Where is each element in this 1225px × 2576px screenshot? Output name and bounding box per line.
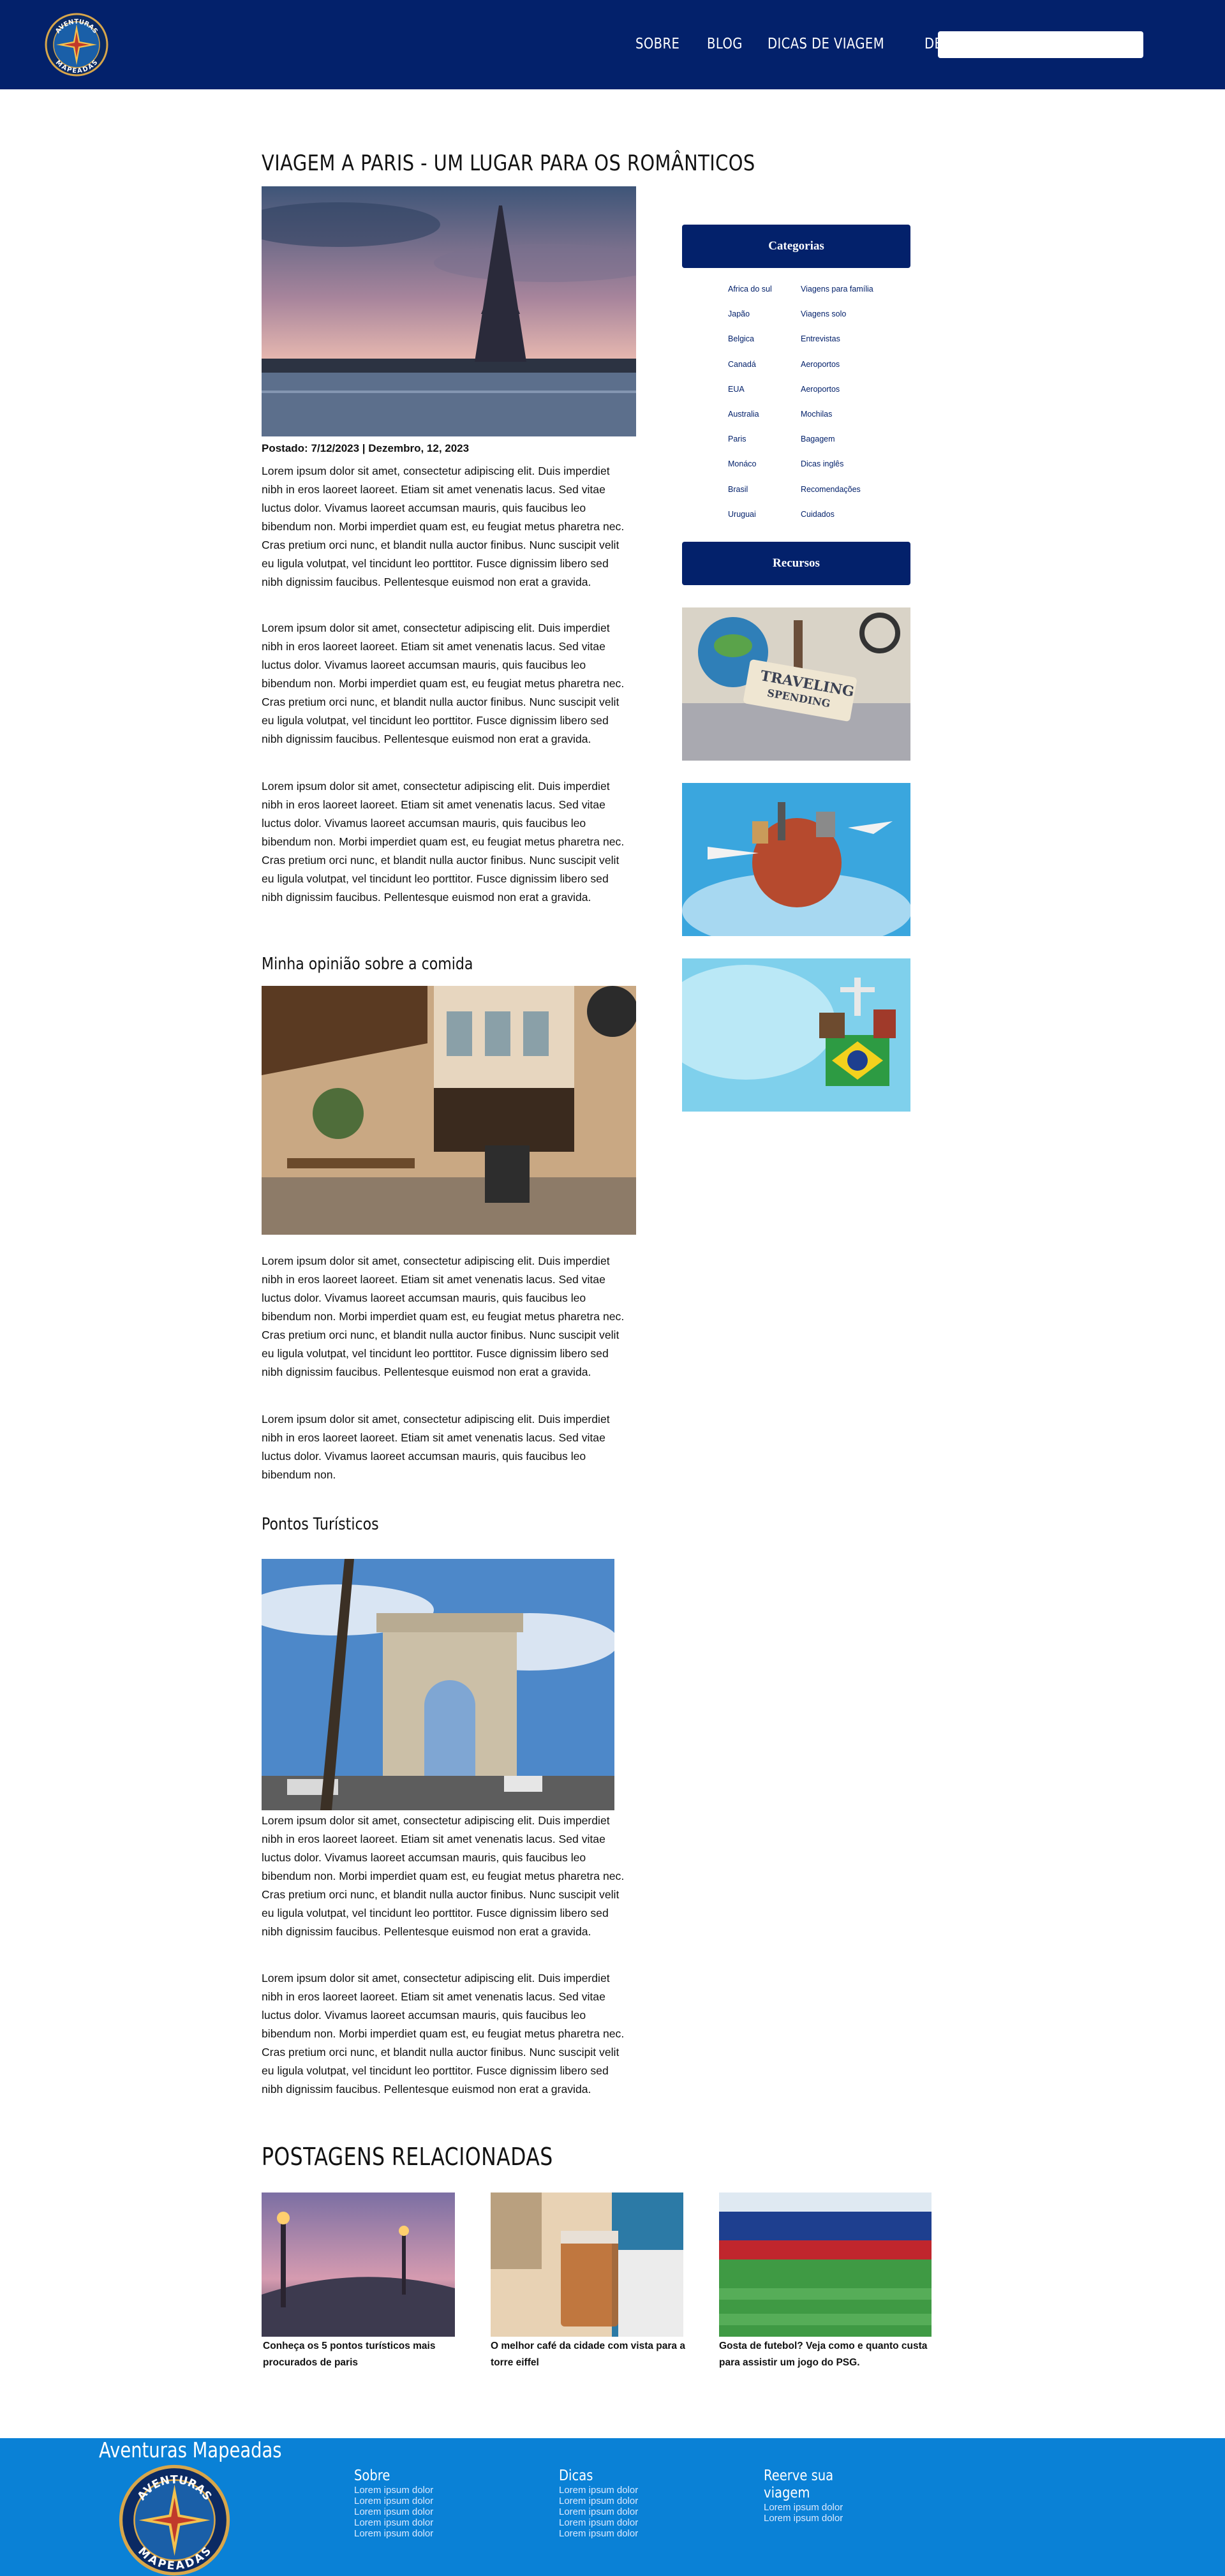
resource-image-brazil[interactable]	[682, 958, 910, 1112]
category-link[interactable]: Dicas inglês	[801, 459, 873, 484]
resource-image-traveling-spending[interactable]: TRAVELING SPENDING	[682, 607, 910, 761]
resources-header: Recursos	[682, 542, 910, 585]
site-logo[interactable]: AVENTURAS MAPEADAS	[45, 13, 108, 77]
category-link[interactable]: Belgica	[728, 334, 772, 359]
category-link[interactable]: Viagens solo	[801, 309, 873, 334]
paragraph: Lorem ipsum dolor sit amet, consectetur …	[262, 780, 625, 904]
footer-column-title: Sobre	[354, 2468, 390, 2484]
footer-column-title: Reerve sua viagem	[764, 2468, 834, 2501]
section-heading-food: Minha opinião sobre a comida	[262, 955, 473, 974]
categories-header: Categorias	[682, 225, 910, 268]
post-date: Postado: 7/12/2023 | Dezembro, 12, 2023	[262, 442, 470, 454]
related-caption[interactable]: Conheça os 5 pontos turísticos mais proc…	[263, 2338, 473, 2371]
nav-link-blog[interactable]: BLOG	[707, 36, 743, 52]
footer-column-dicas: Dicas Lorem ipsum dolor Lorem ipsum dolo…	[559, 2468, 655, 2539]
footer-link[interactable]: Lorem ipsum dolor	[559, 2517, 655, 2528]
category-link[interactable]: Entrevistas	[801, 334, 873, 359]
related-posts-title: POSTAGENS RELACIONADAS	[262, 2143, 553, 2171]
search-input[interactable]	[938, 31, 1143, 58]
paragraph: Lorem ipsum dolor sit amet, consectetur …	[262, 1972, 625, 2096]
category-link[interactable]: Recomendações	[801, 485, 873, 510]
footer-link[interactable]: Lorem ipsum dolor	[354, 2485, 450, 2496]
category-link[interactable]: Paris	[728, 435, 772, 459]
categories-list-right: Viagens para família Viagens solo Entrev…	[801, 285, 873, 535]
nav-link-sobre[interactable]: SOBRE	[635, 36, 679, 52]
footer-link[interactable]: Lorem ipsum dolor	[559, 2496, 655, 2506]
paragraph: Lorem ipsum dolor sit amet, consectetur …	[262, 1814, 625, 1938]
arc-de-triomphe-image	[262, 1559, 614, 1810]
related-image-coffee[interactable]	[491, 2193, 683, 2337]
related-caption[interactable]: Gosta de futebol? Veja como e quanto cus…	[719, 2338, 930, 2371]
category-link[interactable]: Brasil	[728, 485, 772, 510]
footer-link[interactable]: Lorem ipsum dolor	[354, 2517, 450, 2528]
category-link[interactable]: Viagens para família	[801, 285, 873, 309]
category-link[interactable]: Canadá	[728, 360, 772, 385]
footer-brand: Aventuras Mapeadas	[99, 2438, 282, 2462]
related-caption[interactable]: O melhor café da cidade com vista para a…	[491, 2338, 701, 2371]
footer-link[interactable]: Lorem ipsum dolor	[559, 2506, 655, 2517]
category-link[interactable]: Aeroportos	[801, 385, 873, 410]
category-link[interactable]: Uruguai	[728, 510, 772, 535]
footer-link[interactable]: Lorem ipsum dolor	[354, 2506, 450, 2517]
footer-link[interactable]: Lorem ipsum dolor	[559, 2485, 655, 2496]
footer-link[interactable]: Lorem ipsum dolor	[764, 2513, 859, 2524]
categories-list-left: Africa do sul Japão Belgica Canadá EUA A…	[728, 285, 772, 535]
footer-link[interactable]: Lorem ipsum dolor	[559, 2528, 655, 2539]
nav-link-dicas[interactable]: DICAS DE VIAGEM	[768, 36, 884, 52]
category-link[interactable]: Japão	[728, 309, 772, 334]
footer-link[interactable]: Lorem ipsum dolor	[354, 2496, 450, 2506]
category-link[interactable]: Mochilas	[801, 410, 873, 435]
paris-cafe-image	[262, 986, 636, 1235]
footer-column-sobre: Sobre Lorem ipsum dolor Lorem ipsum dolo…	[354, 2468, 450, 2539]
paragraph: Lorem ipsum dolor sit amet, consectetur …	[262, 1254, 625, 1378]
category-link[interactable]: Africa do sul	[728, 285, 772, 309]
related-image-bridge[interactable]	[262, 2193, 455, 2337]
category-link[interactable]: EUA	[728, 385, 772, 410]
resource-image-world-travel[interactable]	[682, 783, 910, 936]
footer-link[interactable]: Lorem ipsum dolor	[354, 2528, 450, 2539]
category-link[interactable]: Monáco	[728, 459, 772, 484]
paragraph: Lorem ipsum dolor sit amet, consectetur …	[262, 465, 625, 588]
page-title: VIAGEM A PARIS - UM LUGAR PARA OS ROMÂNT…	[262, 151, 755, 176]
category-link[interactable]: Australia	[728, 410, 772, 435]
category-link[interactable]: Aeroportos	[801, 360, 873, 385]
footer-column-reserve: Reerve sua viagem Lorem ipsum dolor Lore…	[764, 2468, 859, 2524]
footer-link[interactable]: Lorem ipsum dolor	[764, 2502, 859, 2513]
paragraph: Lorem ipsum dolor sit amet, consectetur …	[262, 1413, 610, 1481]
paragraph: Lorem ipsum dolor sit amet, consectetur …	[262, 622, 625, 745]
section-heading-tourism: Pontos Turísticos	[262, 1515, 379, 1534]
category-link[interactable]: Cuidados	[801, 510, 873, 535]
eiffel-tower-image	[262, 186, 636, 436]
footer-column-title: Dicas	[559, 2468, 593, 2484]
category-link[interactable]: Bagagem	[801, 435, 873, 459]
related-image-stadium[interactable]	[719, 2193, 932, 2337]
footer-logo[interactable]: AVENTURAS MAPEADAS	[119, 2464, 230, 2576]
